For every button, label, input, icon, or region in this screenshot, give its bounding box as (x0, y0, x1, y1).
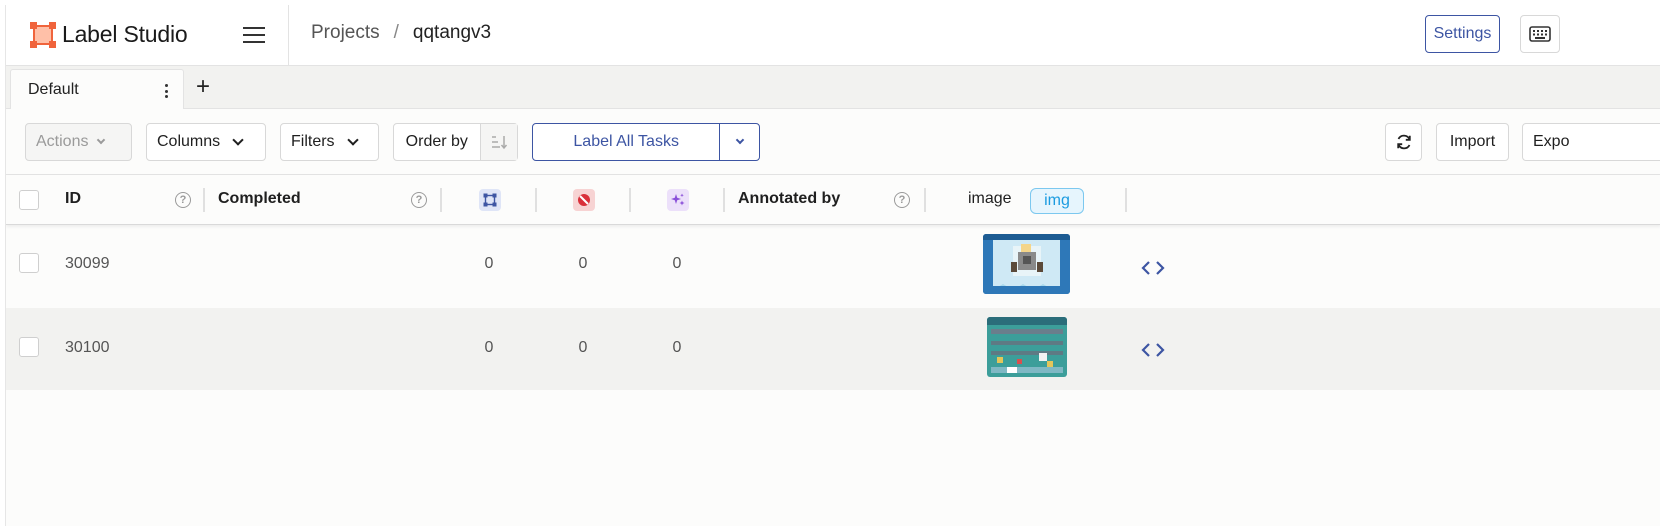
view-tab-bar: Default + (6, 66, 1660, 110)
annotations-icon[interactable] (479, 189, 501, 211)
keyboard-icon (1529, 26, 1551, 42)
tab-default[interactable]: Default (10, 69, 184, 110)
tab-options-icon[interactable] (161, 82, 171, 100)
cancelled-icon[interactable] (573, 189, 595, 211)
help-icon[interactable]: ? (411, 192, 427, 208)
breadcrumb: Projects / qqtangv3 (311, 22, 491, 44)
label-all-tasks-button[interactable]: Label All Tasks (533, 124, 721, 160)
column-resizer[interactable] (924, 188, 926, 212)
column-resizer[interactable] (723, 188, 725, 212)
chevron-down-icon (97, 135, 106, 145)
label-all-tasks-control: Label All Tasks (532, 123, 760, 161)
column-resizer[interactable] (440, 188, 442, 212)
chevron-down-icon (735, 135, 744, 145)
row-checkbox[interactable] (19, 337, 39, 357)
image-thumbnail[interactable] (983, 234, 1070, 294)
columns-label: Columns (157, 133, 221, 150)
task-id: 30100 (65, 339, 110, 356)
table-header: ID ? Completed ? Annotated by ? image im… (6, 175, 1660, 225)
actions-dropdown[interactable]: Actions (25, 123, 132, 161)
column-header-image[interactable]: image (968, 190, 1012, 208)
app-frame: Label Studio Projects / qqtangv3 Setting… (5, 5, 1660, 526)
annotations-count: 0 (484, 339, 494, 356)
column-resizer[interactable] (1125, 188, 1127, 212)
annotations-count: 0 (484, 255, 494, 272)
table-row[interactable]: 30099 0 0 0 (6, 226, 1660, 308)
code-view-icon[interactable] (1140, 342, 1166, 358)
import-button[interactable]: Import (1436, 123, 1509, 161)
row-checkbox[interactable] (19, 253, 39, 273)
image-thumbnail[interactable] (987, 317, 1067, 377)
hamburger-menu-icon[interactable] (243, 27, 265, 45)
table-row[interactable]: 30100 0 0 0 (6, 308, 1660, 390)
divider (288, 5, 289, 66)
sort-direction-icon[interactable] (480, 124, 517, 160)
image-type-tag: img (1030, 188, 1084, 214)
column-header-completed[interactable]: Completed (218, 190, 301, 208)
refresh-button[interactable] (1385, 123, 1422, 161)
chevron-down-icon (346, 134, 359, 146)
predictions-count: 0 (672, 255, 682, 272)
settings-button[interactable]: Settings (1425, 15, 1500, 53)
filters-label: Filters (291, 133, 335, 150)
task-id: 30099 (65, 255, 110, 272)
order-by-button[interactable]: Order by (394, 124, 481, 160)
column-resizer[interactable] (203, 188, 205, 212)
breadcrumb-separator: / (393, 22, 399, 43)
actions-label: Actions (36, 133, 89, 150)
breadcrumb-projects-link[interactable]: Projects (311, 22, 380, 44)
top-bar: Label Studio Projects / qqtangv3 Setting… (6, 5, 1660, 66)
label-studio-logo-icon (30, 21, 56, 48)
help-icon[interactable]: ? (894, 192, 910, 208)
data-manager-toolbar: Actions Columns Filters Order by Label A… (6, 109, 1660, 175)
keyboard-shortcuts-button[interactable] (1520, 15, 1560, 53)
select-all-checkbox[interactable] (19, 190, 39, 210)
columns-dropdown[interactable]: Columns (146, 123, 266, 161)
filters-dropdown[interactable]: Filters (280, 123, 379, 161)
predictions-count: 0 (672, 339, 682, 356)
refresh-icon (1396, 134, 1411, 150)
export-button[interactable]: Expo (1522, 123, 1660, 161)
help-icon[interactable]: ? (175, 192, 191, 208)
app-name: Label Studio (62, 21, 188, 47)
column-resizer[interactable] (629, 188, 631, 212)
order-by-control: Order by (393, 123, 518, 161)
column-resizer[interactable] (535, 188, 537, 212)
code-view-icon[interactable] (1140, 260, 1166, 276)
column-header-annotated-by[interactable]: Annotated by (738, 190, 840, 208)
predictions-icon[interactable] (667, 189, 689, 211)
breadcrumb-current-project: qqtangv3 (412, 22, 492, 43)
cancelled-count: 0 (578, 339, 588, 356)
tab-label: Default (28, 81, 79, 98)
app-logo[interactable]: Label Studio (30, 21, 188, 48)
chevron-down-icon (232, 134, 244, 146)
add-tab-icon[interactable]: + (196, 75, 210, 99)
cancelled-count: 0 (578, 255, 588, 272)
column-header-id[interactable]: ID (65, 190, 81, 208)
label-options-dropdown[interactable] (720, 124, 759, 160)
